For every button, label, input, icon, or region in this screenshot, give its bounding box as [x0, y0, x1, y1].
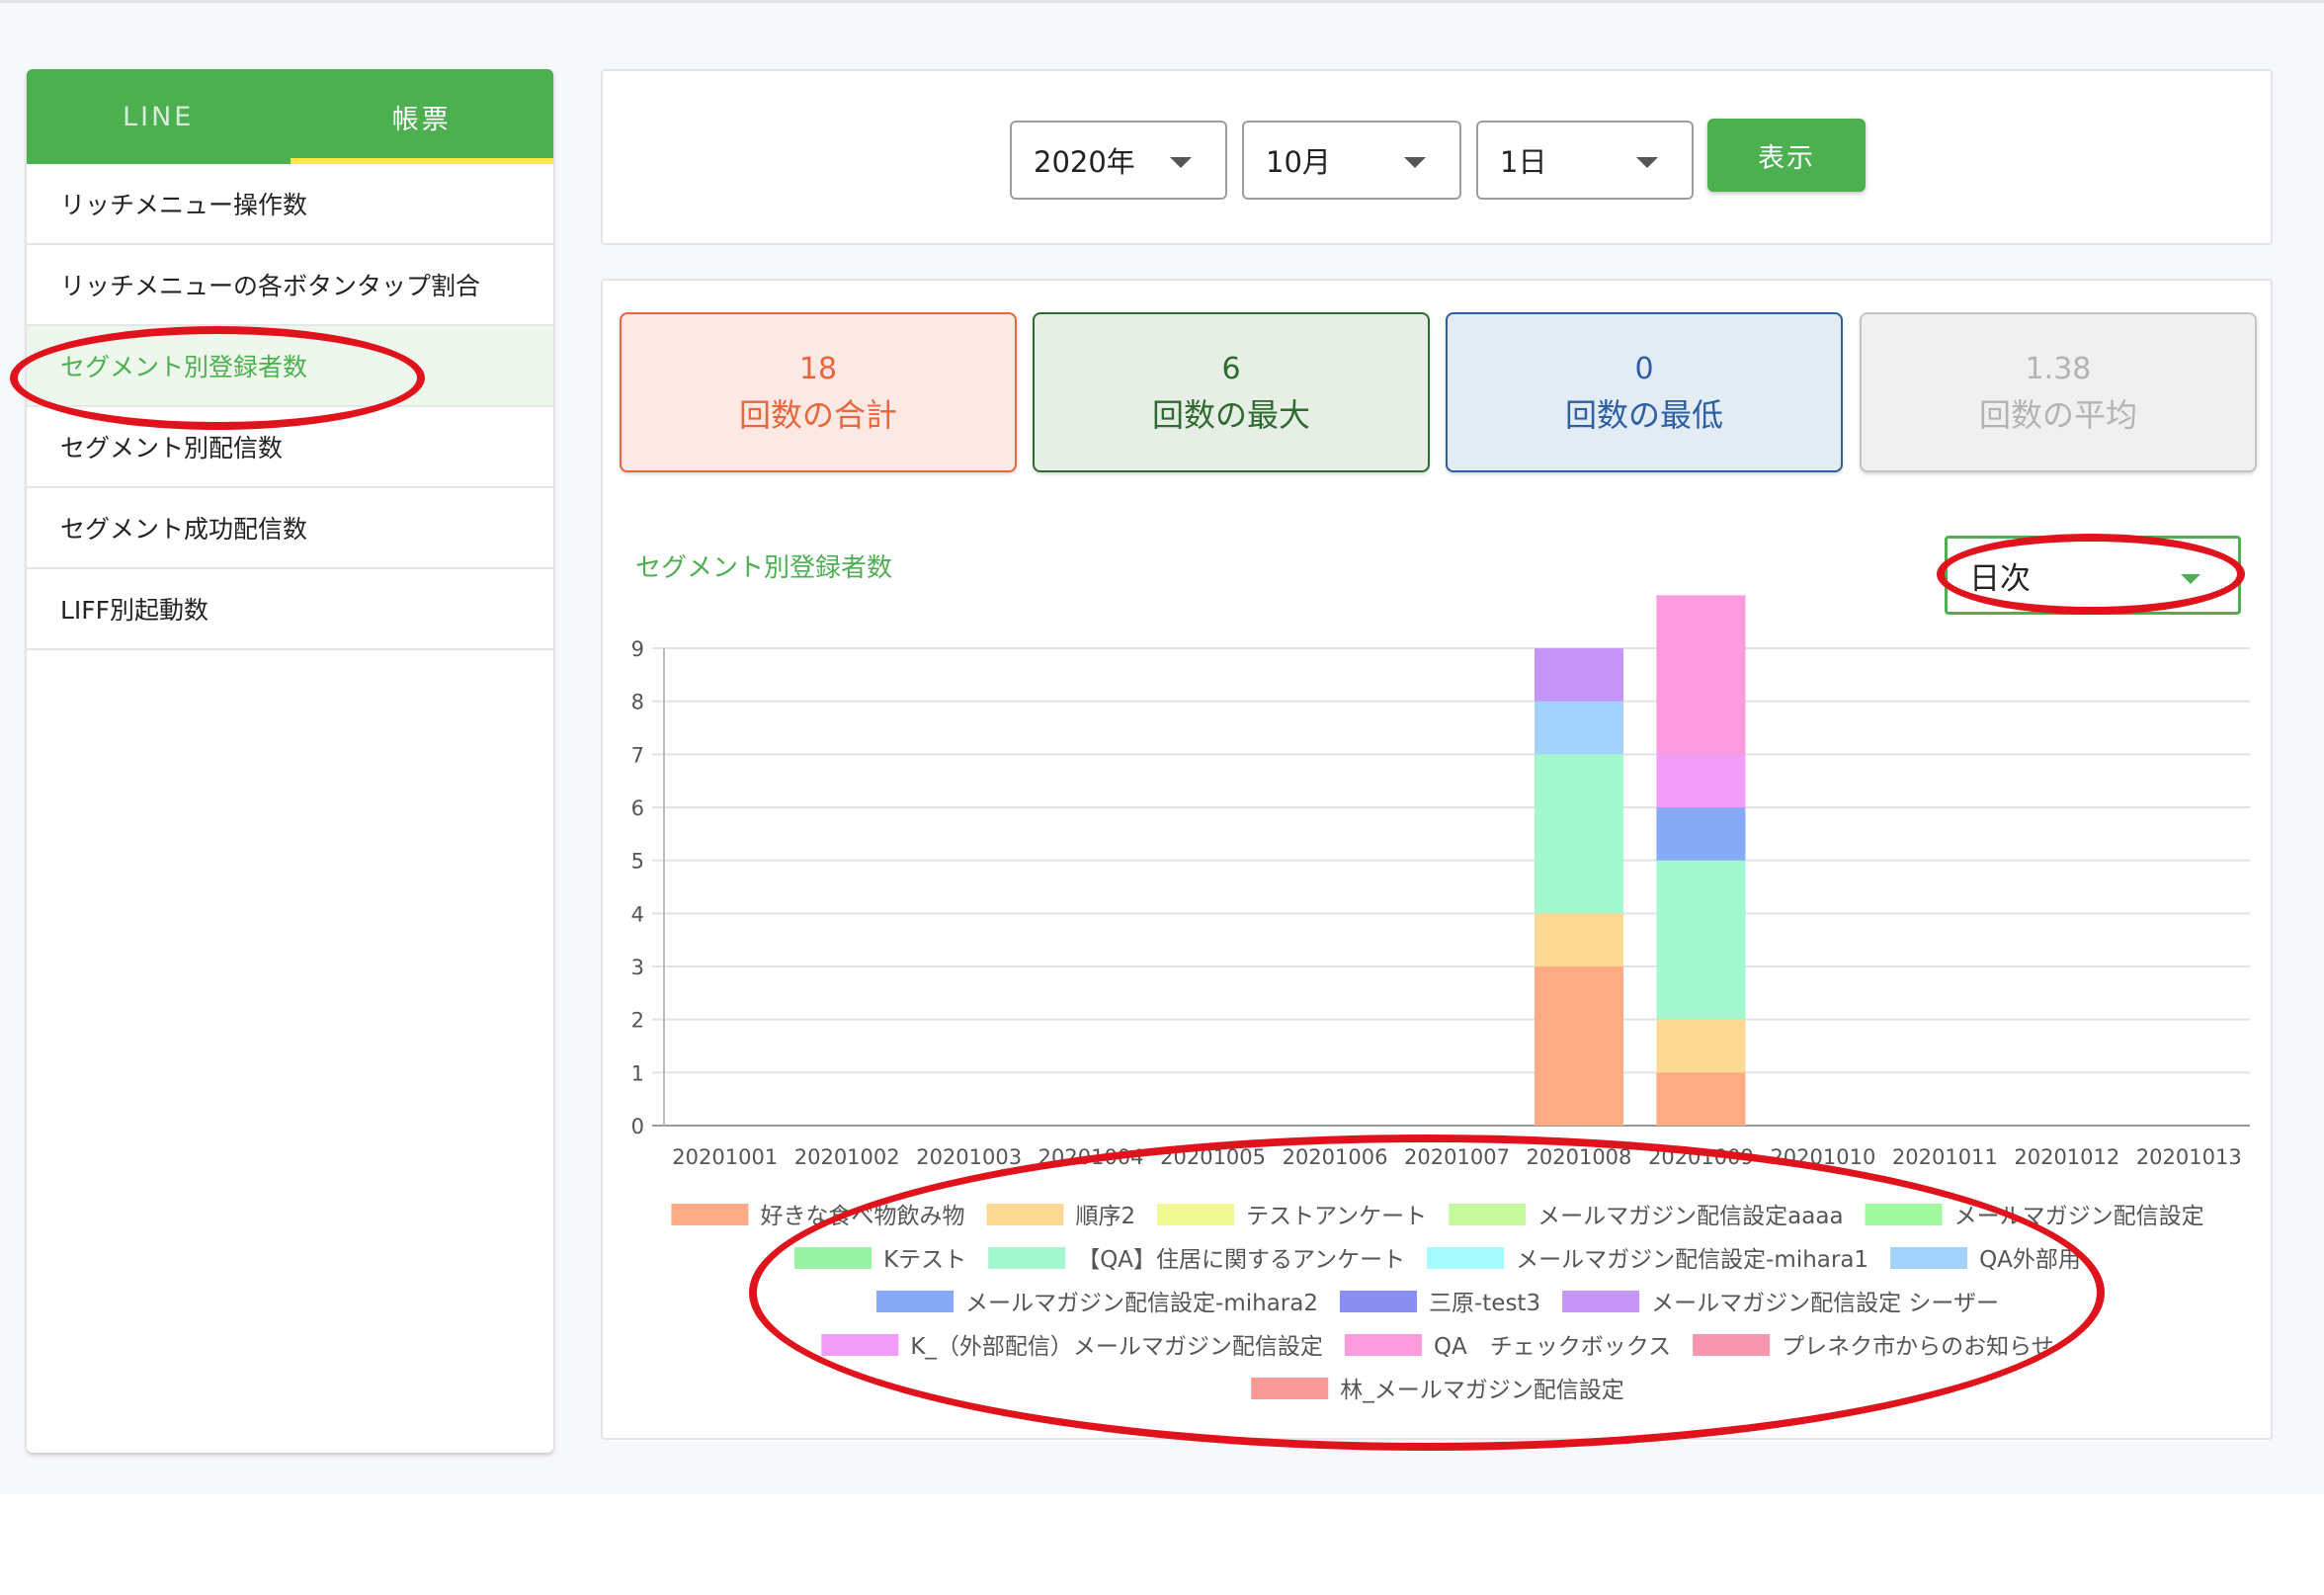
legend-swatch [1339, 1291, 1417, 1312]
legend-swatch [1157, 1204, 1235, 1225]
sidebar-item-liff-launches[interactable]: LIFF別起動数 [27, 569, 553, 650]
x-tick-label: 20201010 [1770, 1145, 1875, 1169]
legend-label: 順序2 [1075, 1204, 1135, 1229]
sidebar-item-segment-registrants[interactable]: セグメント別登録者数 [27, 326, 553, 407]
bar-segment [1656, 1019, 1746, 1073]
sidebar: LINE 帳票 リッチメニュー操作数 リッチメニューの各ボタンタップ割合 セグメ… [27, 69, 553, 1453]
legend-label: メールマガジン配信設定-mihara2 [965, 1291, 1318, 1316]
y-tick-label: 6 [631, 797, 644, 820]
legend-label: Kテスト [883, 1247, 966, 1273]
bar-segment [1534, 966, 1623, 1126]
legend-swatch [1562, 1291, 1640, 1312]
legend-swatch [1449, 1204, 1527, 1225]
legend-swatch [986, 1204, 1064, 1225]
legend-label: 【QA】住居に関するアンケート [1077, 1247, 1405, 1273]
tab-reports[interactable]: 帳票 [290, 69, 554, 164]
sidebar-item-segment-deliveries[interactable]: セグメント別配信数 [27, 407, 553, 488]
y-tick-label: 3 [631, 956, 644, 979]
x-tick-label: 20201003 [916, 1145, 1022, 1169]
sidebar-item-segment-successful-deliveries[interactable]: セグメント成功配信数 [27, 488, 553, 569]
bar-segment [1534, 913, 1623, 966]
chevron-down-icon [1636, 157, 1658, 168]
x-tick-label: 20201011 [1892, 1145, 1998, 1169]
x-tick-label: 20201009 [1648, 1145, 1754, 1169]
filter-panel: 2020年 10月 1日 表示 [601, 69, 2273, 245]
sidebar-item-richmenu-button-ratio[interactable]: リッチメニューの各ボタンタップ割合 [27, 245, 553, 326]
y-tick-label: 0 [631, 1115, 644, 1138]
legend-label: K_（外部配信）メールマガジン配信設定 [910, 1334, 1323, 1360]
x-tick-label: 20201005 [1160, 1145, 1266, 1169]
sidebar-tabs: LINE 帳票 [27, 69, 553, 164]
legend-swatch [1427, 1247, 1505, 1269]
bar-segment [1534, 648, 1623, 702]
sidebar-item-richmenu-operations[interactable]: リッチメニュー操作数 [27, 164, 553, 245]
legend-swatch [1344, 1334, 1422, 1356]
year-select-value: 2020年 [1034, 145, 1135, 179]
legend-label: QA チェックボックス [1434, 1334, 1671, 1360]
legend-label: 三原-test3 [1429, 1291, 1540, 1316]
legend-label: 好きな食べ物飲み物 [760, 1204, 964, 1229]
x-tick-label: 20201004 [1038, 1145, 1144, 1169]
legend-label: プレネク市からのお知らせ [1782, 1334, 2054, 1360]
day-select[interactable]: 1日 [1476, 121, 1694, 200]
x-tick-label: 20201001 [672, 1145, 778, 1169]
legend-label: メールマガジン配信設定aaaa [1537, 1204, 1843, 1229]
legend-swatch [1865, 1204, 1943, 1225]
legend-swatch [794, 1247, 872, 1269]
show-button[interactable]: 表示 [1707, 119, 1866, 192]
x-tick-label: 20201007 [1404, 1145, 1510, 1169]
bar-segment [1534, 754, 1623, 914]
legend-label: テストアンケート [1246, 1204, 1427, 1229]
bar-segment [1656, 754, 1746, 807]
bar-segment [1534, 701, 1623, 755]
x-tick-label: 20201012 [2014, 1145, 2119, 1169]
legend-swatch [821, 1334, 899, 1356]
legend-label: メールマガジン配信設定 [1954, 1204, 2204, 1229]
legend-label: QA外部用 [1979, 1247, 2081, 1273]
day-select-value: 1日 [1500, 145, 1547, 179]
legend-swatch [1251, 1378, 1329, 1399]
report-panel: 18 回数の合計 6 回数の最大 0 回数の最低 1.38 回数の平均 セグメン… [601, 279, 2273, 1440]
month-select[interactable]: 10月 [1242, 121, 1461, 200]
legend-swatch [671, 1204, 749, 1225]
month-select-value: 10月 [1266, 145, 1331, 179]
y-tick-label: 7 [631, 743, 644, 767]
x-tick-label: 20201008 [1527, 1145, 1632, 1169]
chevron-down-icon [1404, 157, 1426, 168]
bar-segment [1656, 1072, 1746, 1126]
legend-label: メールマガジン配信設定-mihara1 [1516, 1247, 1868, 1273]
legend-swatch [988, 1247, 1066, 1269]
y-tick-label: 9 [631, 637, 644, 661]
legend-swatch [1693, 1334, 1771, 1356]
x-tick-label: 20201013 [2136, 1145, 2242, 1169]
bar-segment [1656, 807, 1746, 861]
bar-segment [1656, 595, 1746, 755]
y-tick-label: 1 [631, 1061, 644, 1085]
y-tick-label: 5 [631, 850, 644, 874]
year-select[interactable]: 2020年 [1010, 121, 1227, 200]
legend-label: メールマガジン配信設定 シーザー [1651, 1291, 1999, 1316]
y-tick-label: 2 [631, 1009, 644, 1033]
legend-swatch [876, 1291, 954, 1312]
chevron-down-icon [1170, 157, 1192, 168]
legend-swatch [1890, 1247, 1968, 1269]
stacked-bar-chart: 0 1 2 3 4 5 6 7 8 9 20201001 20201002 20201003 202010… [631, 595, 2250, 1403]
y-tick-label: 8 [631, 691, 644, 714]
bar-segment [1656, 860, 1746, 1020]
x-tick-label: 20201002 [794, 1145, 900, 1169]
tab-line[interactable]: LINE [27, 69, 290, 164]
legend-label: 林_メールマガジン配信設定 [1340, 1378, 1624, 1403]
y-tick-label: 4 [631, 902, 644, 926]
x-tick-label: 20201006 [1283, 1145, 1388, 1169]
